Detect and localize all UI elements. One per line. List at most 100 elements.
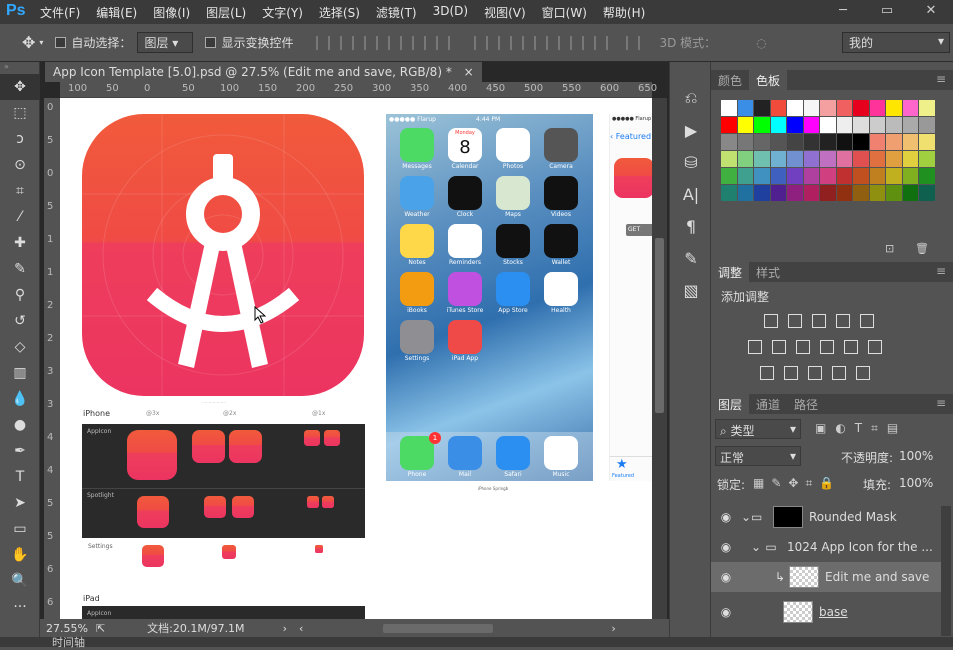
color-swatch[interactable]: [787, 117, 803, 133]
layers-menu-icon[interactable]: ≡: [929, 394, 953, 414]
color-swatch[interactable]: [721, 134, 737, 150]
color-swatch[interactable]: [869, 134, 886, 150]
posterize-icon[interactable]: [784, 366, 798, 380]
color-swatch[interactable]: [754, 168, 770, 184]
quick-select-tool[interactable]: ⊙: [0, 152, 40, 178]
tab-channels[interactable]: 通道: [749, 394, 787, 414]
color-swatch[interactable]: [803, 185, 820, 201]
vertical-scroll-thumb[interactable]: [655, 238, 664, 413]
tab-swatches[interactable]: 色板: [749, 70, 788, 90]
type-tool[interactable]: T: [0, 464, 40, 490]
color-swatch[interactable]: [820, 185, 836, 201]
adjustments-menu-icon[interactable]: ≡: [929, 262, 953, 282]
distribute-hcenter-icon[interactable]: [570, 35, 585, 50]
color-swatch[interactable]: [836, 100, 853, 116]
actions-panel-icon[interactable]: ▶: [670, 114, 712, 146]
color-swatch[interactable]: [919, 168, 935, 184]
zoom-tool[interactable]: 🔍: [0, 568, 40, 594]
properties-panel-icon[interactable]: ▧: [670, 274, 712, 306]
document-tab[interactable]: App Icon Template [5.0].psd @ 27.5% (Edi…: [45, 62, 482, 82]
gradient-tool[interactable]: ▥: [0, 360, 40, 386]
healing-brush-tool[interactable]: ✚: [0, 230, 40, 256]
close-tab-icon[interactable]: ×: [464, 65, 474, 79]
color-swatch[interactable]: [886, 151, 902, 167]
color-swatch[interactable]: [853, 100, 869, 116]
fill-value[interactable]: 100%: [899, 476, 933, 490]
color-swatch[interactable]: [787, 168, 803, 184]
auto-align-icon[interactable]: [626, 35, 641, 50]
horizontal-scroll-thumb[interactable]: [383, 623, 494, 633]
layer-row-1024-app-icon[interactable]: ◉ ⌄ ▭ 1024 App Icon for the ...: [711, 532, 941, 562]
color-swatch[interactable]: [754, 117, 770, 133]
invert-icon[interactable]: [760, 366, 774, 380]
align-vcenter-icon[interactable]: [340, 35, 355, 50]
delete-swatch-icon[interactable]: 🗑: [915, 242, 929, 255]
new-swatch-icon[interactable]: ⊡: [885, 242, 894, 255]
color-swatch[interactable]: [853, 185, 869, 201]
color-swatch[interactable]: [886, 100, 902, 116]
color-swatch[interactable]: [737, 134, 754, 150]
canvas[interactable]: ……………… iPhone @3x @2x @1x AppIcon Spotli…: [60, 98, 652, 619]
color-swatch[interactable]: [886, 134, 902, 150]
3d-orbit-icon[interactable]: ◌: [756, 36, 766, 50]
color-lookup-icon[interactable]: [868, 340, 882, 354]
distribute-vcenter-icon[interactable]: [498, 35, 513, 50]
distribute-bottom-icon[interactable]: [522, 35, 537, 50]
show-transform-checkbox[interactable]: [205, 37, 217, 48]
color-swatch[interactable]: [787, 134, 803, 150]
menu-item-7[interactable]: 3D(D): [425, 4, 476, 21]
gradient-map-icon[interactable]: [856, 366, 870, 380]
menu-item-2[interactable]: 图像(I): [145, 4, 198, 21]
menu-item-4[interactable]: 文字(Y): [254, 4, 311, 21]
workspace-dropdown[interactable]: 我的 ▾: [842, 32, 950, 53]
color-swatch[interactable]: [803, 151, 820, 167]
status-menu-arrow[interactable]: ›: [283, 622, 287, 635]
color-swatch[interactable]: [770, 100, 787, 116]
visibility-eye-icon[interactable]: ◉: [711, 540, 741, 554]
paragraph-panel-icon[interactable]: ¶: [670, 210, 712, 242]
color-swatch[interactable]: [787, 151, 803, 167]
color-swatch[interactable]: [787, 100, 803, 116]
auto-select-dropdown[interactable]: 图层 ▾: [137, 32, 194, 53]
color-swatch[interactable]: [919, 151, 935, 167]
swatches-menu-icon[interactable]: ≡: [929, 70, 953, 90]
color-swatch[interactable]: [820, 134, 836, 150]
color-swatch[interactable]: [902, 134, 919, 150]
color-swatch[interactable]: [754, 100, 770, 116]
align-hcenter-icon[interactable]: [412, 35, 427, 50]
color-swatch[interactable]: [721, 168, 737, 184]
color-swatch[interactable]: [902, 168, 919, 184]
distribute-top-icon[interactable]: [474, 35, 489, 50]
tab-layers[interactable]: 图层: [711, 394, 750, 414]
color-swatch[interactable]: [919, 185, 935, 201]
curves-icon[interactable]: [812, 314, 826, 328]
color-swatch[interactable]: [902, 151, 919, 167]
align-left-icon[interactable]: [388, 35, 403, 50]
color-swatch[interactable]: [869, 151, 886, 167]
menu-item-10[interactable]: 帮助(H): [595, 4, 653, 21]
color-swatch[interactable]: [737, 117, 754, 133]
color-balance-icon[interactable]: [772, 340, 786, 354]
tab-timeline[interactable]: 时间轴: [52, 634, 85, 650]
color-swatch[interactable]: [721, 151, 737, 167]
color-swatch[interactable]: [853, 168, 869, 184]
color-swatch[interactable]: [820, 100, 836, 116]
color-swatch[interactable]: [820, 117, 836, 133]
layer-filter-dropdown[interactable]: ⌕ 类型 ▾: [715, 419, 801, 439]
color-swatch[interactable]: [770, 117, 787, 133]
notes-panel-icon[interactable]: ✎: [670, 242, 712, 274]
selective-color-icon[interactable]: [832, 366, 846, 380]
opacity-value[interactable]: 100%: [899, 449, 933, 463]
menu-item-6[interactable]: 滤镜(T): [368, 4, 425, 21]
menu-item-3[interactable]: 图层(L): [198, 4, 254, 21]
zoom-level[interactable]: 27.55%: [46, 622, 88, 635]
auto-select-checkbox[interactable]: [55, 37, 67, 48]
visibility-eye-icon[interactable]: ◉: [711, 605, 741, 619]
maximize-button[interactable]: ▭: [865, 0, 909, 24]
color-swatch[interactable]: [919, 117, 935, 133]
marquee-tool[interactable]: ⬚: [0, 100, 40, 126]
color-swatch[interactable]: [886, 185, 902, 201]
color-swatch[interactable]: [853, 117, 869, 133]
more-tools-icon[interactable]: ···: [0, 594, 40, 620]
path-select-tool[interactable]: ➤: [0, 490, 40, 516]
